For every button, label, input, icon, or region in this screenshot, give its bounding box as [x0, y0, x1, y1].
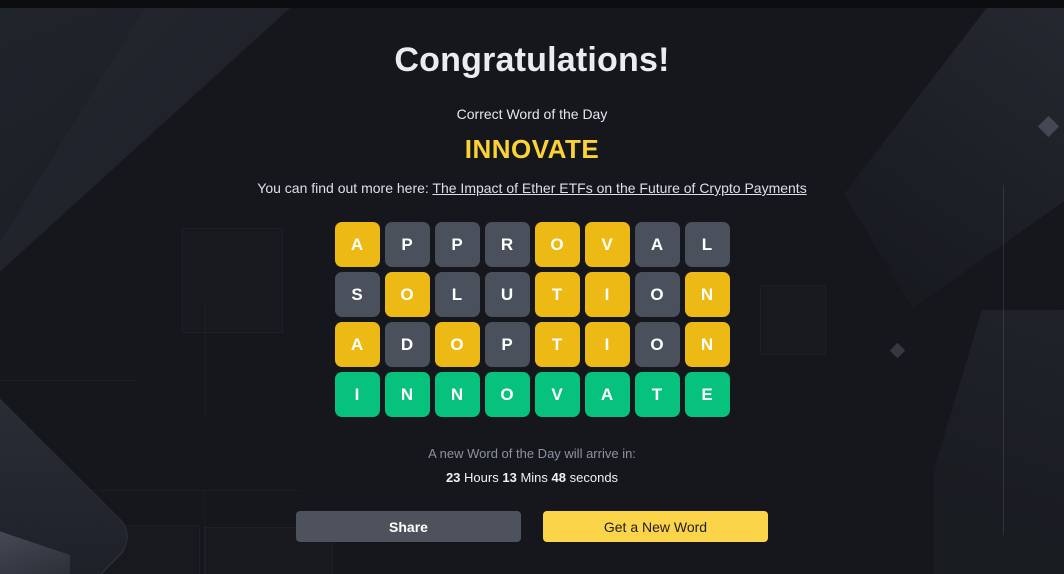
letter-tile: A — [334, 322, 380, 367]
guess-grid: APPROVALSOLUTIONADOPTIONINNOVATE — [334, 222, 730, 417]
countdown-label: A new Word of the Day will arrive in: — [428, 446, 636, 461]
guess-row: SOLUTION — [334, 272, 730, 317]
letter-tile: T — [534, 322, 580, 367]
letter-tile: V — [534, 372, 580, 417]
letter-tile: O — [484, 372, 530, 417]
more-info-link[interactable]: The Impact of Ether ETFs on the Future o… — [432, 180, 806, 196]
congratulations-screen: Congratulations! Correct Word of the Day… — [0, 0, 1064, 574]
letter-tile: S — [334, 272, 380, 317]
countdown-mins: 13 — [502, 470, 517, 485]
letter-tile: I — [334, 372, 380, 417]
letter-tile: D — [384, 322, 430, 367]
action-buttons: Share Get a New Word — [296, 511, 768, 542]
letter-tile: T — [634, 372, 680, 417]
countdown-hours-unit: Hours — [464, 470, 499, 485]
get-new-word-button[interactable]: Get a New Word — [543, 511, 768, 542]
page-title: Congratulations! — [394, 41, 670, 79]
letter-tile: P — [484, 322, 530, 367]
more-info-prefix: You can find out more here: — [257, 180, 433, 196]
guess-row: APPROVAL — [334, 222, 730, 267]
letter-tile: R — [484, 222, 530, 267]
countdown-value: 23 Hours 13 Mins 48 seconds — [446, 470, 618, 485]
letter-tile: U — [484, 272, 530, 317]
letter-tile: O — [534, 222, 580, 267]
letter-tile: I — [584, 322, 630, 367]
letter-tile: O — [384, 272, 430, 317]
letter-tile: O — [634, 322, 680, 367]
letter-tile: E — [684, 372, 730, 417]
letter-tile: N — [684, 322, 730, 367]
share-button[interactable]: Share — [296, 511, 521, 542]
more-info-line: You can find out more here: The Impact o… — [257, 180, 806, 196]
countdown-seconds-unit: seconds — [569, 470, 619, 485]
letter-tile: A — [334, 222, 380, 267]
letter-tile: P — [384, 222, 430, 267]
countdown-seconds: 48 — [551, 470, 566, 485]
word-of-the-day-label: Correct Word of the Day — [456, 106, 608, 122]
letter-tile: O — [634, 272, 680, 317]
guess-row: INNOVATE — [334, 372, 730, 417]
letter-tile: L — [434, 272, 480, 317]
letter-tile: N — [684, 272, 730, 317]
letter-tile: L — [684, 222, 730, 267]
content-column: Congratulations! Correct Word of the Day… — [0, 0, 1064, 574]
letter-tile: A — [584, 372, 630, 417]
letter-tile: A — [634, 222, 680, 267]
letter-tile: P — [434, 222, 480, 267]
letter-tile: N — [384, 372, 430, 417]
word-of-the-day-value: INNOVATE — [464, 134, 600, 164]
letter-tile: N — [434, 372, 480, 417]
guess-row: ADOPTION — [334, 322, 730, 367]
letter-tile: I — [584, 272, 630, 317]
letter-tile: T — [534, 272, 580, 317]
countdown-mins-unit: Mins — [520, 470, 548, 485]
letter-tile: V — [584, 222, 630, 267]
letter-tile: O — [434, 322, 480, 367]
countdown-hours: 23 — [445, 470, 461, 485]
